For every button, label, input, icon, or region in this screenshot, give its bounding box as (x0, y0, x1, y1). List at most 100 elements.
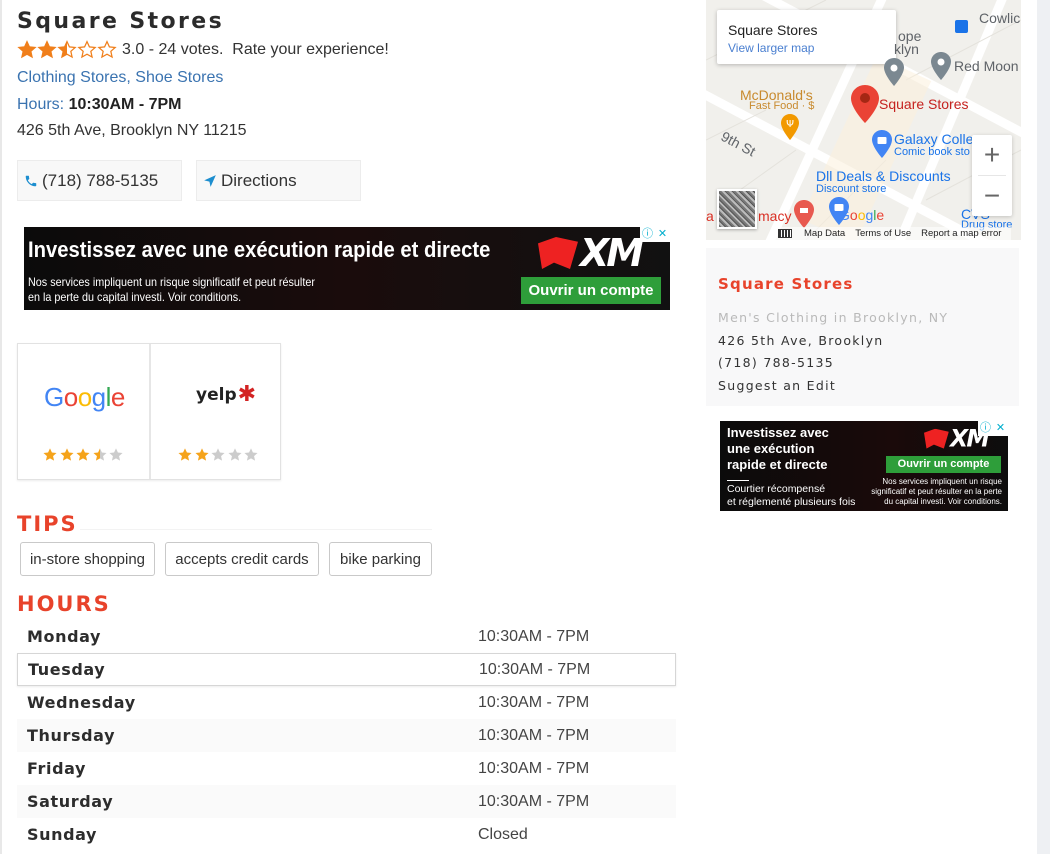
star-empty-icon (244, 448, 258, 461)
call-button[interactable]: (718) 788-5135 (17, 160, 182, 201)
category-separator: , (126, 69, 131, 86)
map-pin-gray-icon (931, 52, 951, 80)
yelp-review-card[interactable]: yelp ✱ (149, 344, 280, 479)
embedded-map[interactable]: Square Stores View larger map Cowlic ope… (706, 0, 1021, 240)
google-logo-letter: o (63, 382, 78, 412)
business-info-card: Square Stores Men's Clothing in Brooklyn… (706, 248, 1019, 406)
star-full-icon (59, 448, 74, 461)
ad-disclaimer-line: Nos services impliquent un risque signif… (28, 275, 315, 289)
day-hours: 10:30AM - 7PM (478, 726, 590, 744)
svg-text:Ψ: Ψ (786, 119, 794, 130)
star-full-icon (37, 40, 57, 59)
hours-label: Hours: (17, 96, 65, 113)
star-empty-icon (211, 448, 225, 461)
hours-heading: HOURS (17, 592, 111, 616)
ad-open-account-button[interactable]: Ouvrir un compte (886, 456, 1001, 473)
ad-subtext: Courtier récompensé et réglementé plusie… (727, 483, 855, 509)
ad-disclaimer: Nos services impliquent un risque signif… (28, 275, 315, 305)
report-map-error-link[interactable]: Report a map error (921, 228, 1001, 239)
shopping-pin-icon (872, 130, 892, 158)
google-logo-letter: g (91, 382, 106, 412)
ad-headline-line: rapide et directe (727, 457, 828, 472)
ad-choices: ⓘ ✕ (640, 227, 670, 242)
tip-chip[interactable]: bike parking (329, 542, 432, 576)
hours-row: Thursday 10:30AM - 7PM (17, 719, 676, 752)
rating-summary: 3.0 - 24 votes. (122, 41, 224, 58)
suggest-edit-link[interactable]: Suggest an Edit (718, 378, 836, 393)
map-sub-mcdonalds: Fast Food · $ (749, 100, 815, 112)
map-label-square-stores: Square Stores (879, 96, 969, 112)
zoom-in-button[interactable]: + (972, 135, 1012, 175)
map-sub-dll: Discount store (816, 183, 887, 195)
star-rating[interactable] (17, 40, 117, 60)
ad-headline: Investissez avec une exécution rapide et… (28, 237, 491, 262)
hours-row: Tuesday 10:30AM - 7PM (17, 653, 676, 686)
ad-close-icon[interactable]: ✕ (655, 227, 670, 242)
info-card-phone[interactable]: (718) 788-5135 (718, 355, 834, 370)
xm-brand-text: XM (580, 231, 644, 275)
hours-row: Friday 10:30AM - 7PM (17, 752, 676, 785)
sidebar-ad[interactable]: Investissez avec une exécution rapide et… (720, 421, 1008, 511)
star-half-icon (92, 448, 107, 461)
hours-row: Sunday Closed (17, 818, 676, 851)
day-hours: 10:30AM - 7PM (478, 759, 590, 777)
banner-ad[interactable]: Investissez avec une exécution rapide et… (24, 227, 670, 310)
map-label-cowlic: Cowlic (979, 10, 1021, 26)
star-full-icon (194, 448, 209, 461)
star-full-icon (43, 448, 57, 461)
ad-open-account-button[interactable]: Ouvrir un compte (521, 277, 661, 304)
category-link-shoes[interactable]: Shoe Stores (135, 69, 223, 86)
day-hours: 10:30AM - 7PM (478, 627, 590, 645)
business-address: 426 5th Ave, Brooklyn NY 11215 (17, 122, 247, 139)
day-hours: 10:30AM - 7PM (478, 792, 590, 810)
view-larger-map-link[interactable]: View larger map (728, 41, 814, 55)
google-logo-letter: G (839, 207, 850, 223)
selected-location-pin-icon (851, 85, 879, 123)
google-star-rating (42, 447, 125, 463)
google-logo-letter: o (849, 207, 858, 223)
google-logo-letter: o (77, 382, 92, 412)
ad-info-icon[interactable]: ⓘ (978, 421, 993, 436)
day-name: Wednesday (27, 693, 136, 712)
google-review-card[interactable]: Google (18, 344, 149, 479)
zoom-out-button[interactable]: − (972, 176, 1012, 216)
day-hours: 10:30AM - 7PM (479, 660, 591, 678)
hours-table: Monday 10:30AM - 7PM Tuesday 10:30AM - 7PM… (17, 620, 676, 851)
ad-headline-line: Investissez avec (727, 425, 829, 440)
google-logo-letter: e (110, 382, 125, 412)
google-logo-letter: G (44, 382, 64, 412)
map-label-galaxy: Galaxy Colle (894, 131, 974, 147)
keyboard-icon[interactable] (778, 229, 792, 238)
phone-number: (718) 788-5135 (42, 170, 159, 190)
map-label-red-moon: Red Moon (954, 58, 1019, 74)
hours-row: Monday 10:30AM - 7PM (17, 620, 676, 653)
info-card-category: Men's Clothing in Brooklyn, NY (718, 310, 949, 325)
directions-button[interactable]: Directions (196, 160, 361, 201)
day-name: Sunday (27, 825, 98, 844)
terms-of-use-link[interactable]: Terms of Use (855, 228, 911, 239)
yelp-wordmark: yelp (196, 385, 237, 405)
tip-chip[interactable]: accepts credit cards (165, 542, 319, 576)
hours-value: 10:30AM - 7PM (68, 96, 182, 113)
star-empty-icon (227, 448, 242, 461)
category-link-clothing[interactable]: Clothing Stores (17, 69, 126, 86)
bull-logo-icon (538, 237, 578, 269)
satellite-toggle[interactable] (717, 189, 757, 229)
google-logo-letter: e (876, 207, 885, 223)
star-empty-icon (109, 448, 123, 461)
ad-disclaimer-line: en la perte du capital investi. Voir con… (28, 290, 242, 304)
ad-close-icon[interactable]: ✕ (993, 421, 1008, 436)
day-name: Monday (27, 627, 102, 646)
hours-summary: Hours: 10:30AM - 7PM (17, 96, 182, 114)
map-label-klyn: klyn (894, 41, 919, 57)
ad-info-icon[interactable]: ⓘ (640, 227, 655, 242)
map-data-link[interactable]: Map Data (804, 228, 845, 239)
navigation-arrow-icon (204, 174, 216, 187)
map-sub-galaxy: Comic book sto (894, 146, 970, 158)
tip-chip[interactable]: in-store shopping (20, 542, 155, 576)
review-sources: Google yelp ✱ (17, 343, 281, 480)
rate-experience-link[interactable]: Rate your experience! (232, 41, 389, 59)
ad-headline-line: une exécution (727, 441, 815, 456)
hours-row: Wednesday 10:30AM - 7PM (17, 686, 676, 719)
map-attribution: Map Data Terms of Use Report a map error (776, 227, 1012, 240)
